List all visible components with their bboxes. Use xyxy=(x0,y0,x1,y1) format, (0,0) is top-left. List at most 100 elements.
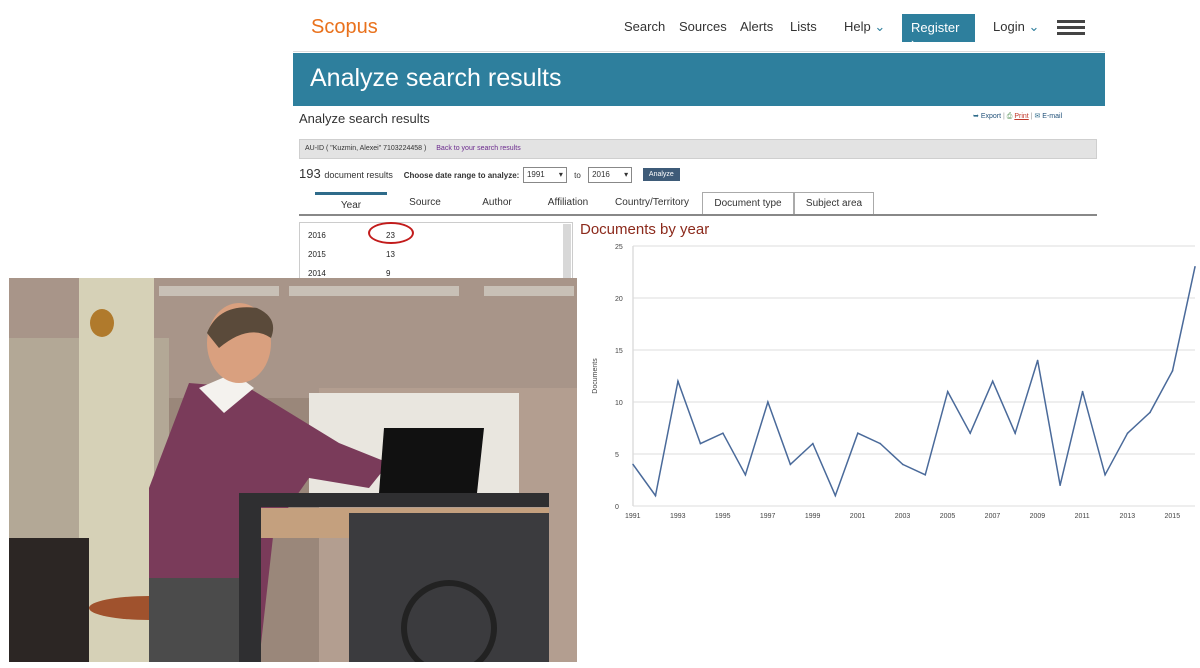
register-button[interactable]: Register › xyxy=(902,14,975,50)
page-title: Analyze search results xyxy=(310,64,562,92)
x-tick-label: 2011 xyxy=(1075,513,1090,520)
series-line xyxy=(632,266,1196,498)
login-label: Login xyxy=(993,19,1025,34)
data-point xyxy=(699,442,702,445)
y-tick-label: 10 xyxy=(615,400,623,407)
data-point xyxy=(1149,411,1151,414)
analysis-tabs: Year Source Author Affiliation Country/T… xyxy=(299,192,1097,216)
x-tick-label: 2007 xyxy=(985,513,1001,520)
x-tick-label: 2001 xyxy=(850,513,866,520)
tab-affiliation[interactable]: Affiliation xyxy=(534,192,602,214)
analyze-button[interactable]: Analyze xyxy=(642,168,680,182)
to-label: to xyxy=(574,171,581,180)
hamburger-menu-icon[interactable] xyxy=(1057,20,1085,35)
email-link[interactable]: E-mail xyxy=(1042,113,1062,120)
y-tick-label: 5 xyxy=(615,452,619,459)
results-row: 193 document results Choose date range t… xyxy=(299,166,680,183)
data-point xyxy=(1014,432,1016,434)
date-from-value: 1991 xyxy=(526,169,545,179)
data-point xyxy=(744,474,747,476)
back-to-results-link[interactable]: Back to your search results xyxy=(436,145,520,152)
tab-source[interactable]: Source xyxy=(389,192,461,214)
help-label: Help xyxy=(844,19,871,34)
query-text: AU-ID ( "Kuzmin, Alexei" 7103224458 ) xyxy=(305,145,427,152)
query-bar: AU-ID ( "Kuzmin, Alexei" 7103224458 ) Ba… xyxy=(299,139,1097,159)
data-point xyxy=(946,390,949,393)
tab-author[interactable]: Author xyxy=(461,192,533,214)
chevron-down-icon: ⌄ xyxy=(874,19,886,34)
tab-country-territory[interactable]: Country/Territory xyxy=(604,192,700,214)
x-tick-label: 2015 xyxy=(1165,513,1181,520)
data-point xyxy=(632,463,634,466)
section-title: Analyze search results xyxy=(299,111,430,126)
data-point xyxy=(857,432,859,434)
data-point xyxy=(789,463,792,466)
x-tick-label: 1997 xyxy=(760,513,776,520)
date-to-value: 2016 xyxy=(592,169,610,179)
tab-year[interactable]: Year xyxy=(315,192,387,214)
y-axis-label: Documents xyxy=(592,358,599,394)
data-point xyxy=(1104,474,1106,476)
data-point xyxy=(812,442,814,445)
date-range-label: Choose date range to analyze: xyxy=(403,171,520,180)
highlight-circle xyxy=(368,222,414,244)
login-menu[interactable]: Login ⌄ xyxy=(993,19,1039,35)
y-tick-label: 25 xyxy=(615,244,623,251)
presenter-photo xyxy=(9,278,577,662)
data-point xyxy=(722,432,724,434)
x-tick-label: 2009 xyxy=(1030,513,1046,520)
x-tick-label: 1999 xyxy=(805,513,821,520)
export-icon: ➥ xyxy=(973,113,979,120)
data-point xyxy=(1171,370,1174,372)
nav-link-lists[interactable]: Lists xyxy=(790,19,817,34)
result-count: 193 xyxy=(299,166,321,181)
nav-link-alerts[interactable]: Alerts xyxy=(740,19,773,34)
year-count-list: 2016 23 2015 13 2014 9 xyxy=(299,222,573,282)
year-list-scrollbar[interactable] xyxy=(563,224,571,282)
data-point xyxy=(767,401,769,403)
year-count: 9 xyxy=(386,269,391,278)
scopus-logo[interactable]: Scopus xyxy=(311,16,378,39)
nav-link-sources[interactable]: Sources xyxy=(679,19,727,34)
dropdown-arrow-icon: ▾ xyxy=(624,169,629,179)
data-point xyxy=(654,494,657,497)
top-navigation: Scopus Search Sources Alerts Lists Help … xyxy=(293,0,1105,52)
y-tick-label: 15 xyxy=(615,348,623,355)
chevron-down-icon: ⌄ xyxy=(1028,19,1040,34)
print-link[interactable]: Print xyxy=(1014,113,1028,120)
data-point xyxy=(991,380,994,382)
x-tick-label: 2013 xyxy=(1120,513,1136,520)
nav-link-search[interactable]: Search xyxy=(624,19,665,34)
x-tick-label: 1991 xyxy=(625,513,641,520)
page-banner: Analyze search results xyxy=(293,53,1105,106)
print-icon: ⎙ xyxy=(1006,113,1013,120)
x-tick-label: 1995 xyxy=(715,513,731,520)
export-link[interactable]: Export xyxy=(981,113,1001,120)
help-menu[interactable]: Help ⌄ xyxy=(844,19,885,35)
data-point xyxy=(1059,484,1061,486)
data-point xyxy=(834,494,837,497)
data-point xyxy=(969,432,971,434)
tab-subject-area[interactable]: Subject area xyxy=(794,192,874,214)
data-point xyxy=(1036,359,1039,362)
email-icon: ✉ xyxy=(1034,113,1041,120)
year-count: 13 xyxy=(386,250,395,259)
data-point xyxy=(879,442,882,445)
tab-document-type[interactable]: Document type xyxy=(702,192,794,214)
data-point xyxy=(924,474,927,476)
dropdown-arrow-icon: ▾ xyxy=(558,169,563,179)
data-point xyxy=(1194,266,1196,268)
year-label: 2014 xyxy=(308,269,326,278)
data-point xyxy=(1126,432,1129,434)
chart-title: Documents by year xyxy=(580,221,710,238)
y-tick-label: 20 xyxy=(615,296,623,303)
year-label: 2016 xyxy=(308,231,326,240)
data-point xyxy=(901,463,904,466)
chevron-right-icon: › xyxy=(911,35,916,50)
x-tick-label: 2003 xyxy=(895,513,911,520)
year-label: 2015 xyxy=(308,250,326,259)
x-tick-label: 1993 xyxy=(670,513,686,520)
date-from-select[interactable]: 1991 ▾ xyxy=(522,166,567,183)
date-to-select[interactable]: 2016 ▾ xyxy=(588,166,633,183)
result-count-label: document results xyxy=(324,170,393,180)
